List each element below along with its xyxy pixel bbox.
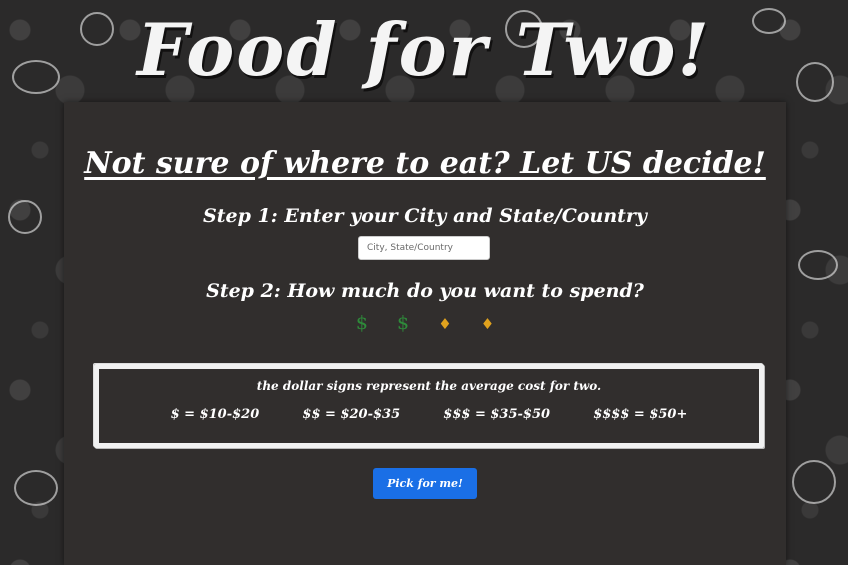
legend-item-1: $ = $10-$20	[170, 407, 260, 422]
step1-heading: Step 1: Enter your City and State/Countr…	[203, 205, 647, 227]
food-doodle-icon	[14, 470, 58, 506]
price-rating-4-diamond-icon[interactable]: ♦	[481, 315, 494, 333]
legend-item-2: $$ = $20-$35	[302, 407, 401, 422]
price-rating-1-dollar-icon[interactable]: $	[356, 312, 368, 334]
food-doodle-icon	[792, 460, 836, 504]
legend-item-4: $$$$ = $50+	[593, 407, 688, 422]
price-rating: $ $ ♦ ♦	[64, 312, 786, 334]
price-rating-3-diamond-icon[interactable]: ♦	[438, 315, 451, 333]
city-state-input[interactable]	[358, 236, 490, 260]
main-panel: Not sure of where to eat? Let US decide!…	[64, 102, 786, 565]
price-rating-2-dollar-icon[interactable]: $	[397, 312, 409, 334]
legend-item-3: $$$ = $35-$50	[443, 407, 551, 422]
site-title: Food for Two!	[137, 7, 711, 92]
legend-items: $ = $10-$20 $$ = $20-$35 $$$ = $35-$50 $…	[99, 407, 759, 422]
price-legend: the dollar signs represent the average c…	[94, 364, 764, 448]
food-doodle-icon	[798, 250, 838, 280]
pick-for-me-button[interactable]: Pick for me!	[373, 468, 477, 499]
step2-heading: Step 2: How much do you want to spend?	[206, 280, 644, 302]
food-doodle-icon	[8, 200, 42, 234]
legend-caption: the dollar signs represent the average c…	[256, 379, 602, 393]
tagline: Not sure of where to eat? Let US decide!	[84, 146, 766, 181]
